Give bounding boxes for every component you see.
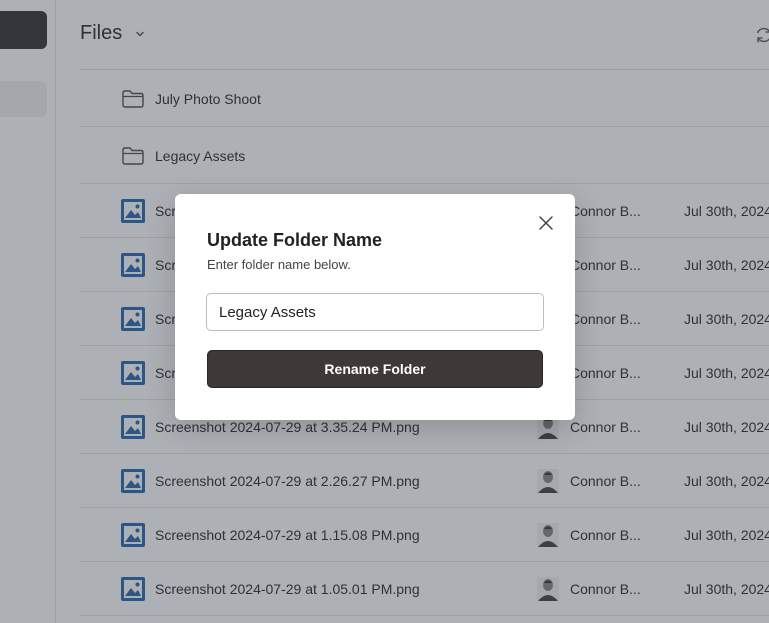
close-icon[interactable] — [537, 214, 555, 232]
folder-name-input[interactable] — [206, 293, 544, 331]
rename-folder-button[interactable]: Rename Folder — [207, 350, 543, 388]
rename-folder-modal: Update Folder Name Enter folder name bel… — [175, 194, 575, 420]
modal-subtitle: Enter folder name below. — [207, 257, 351, 272]
modal-title: Update Folder Name — [207, 230, 383, 250]
